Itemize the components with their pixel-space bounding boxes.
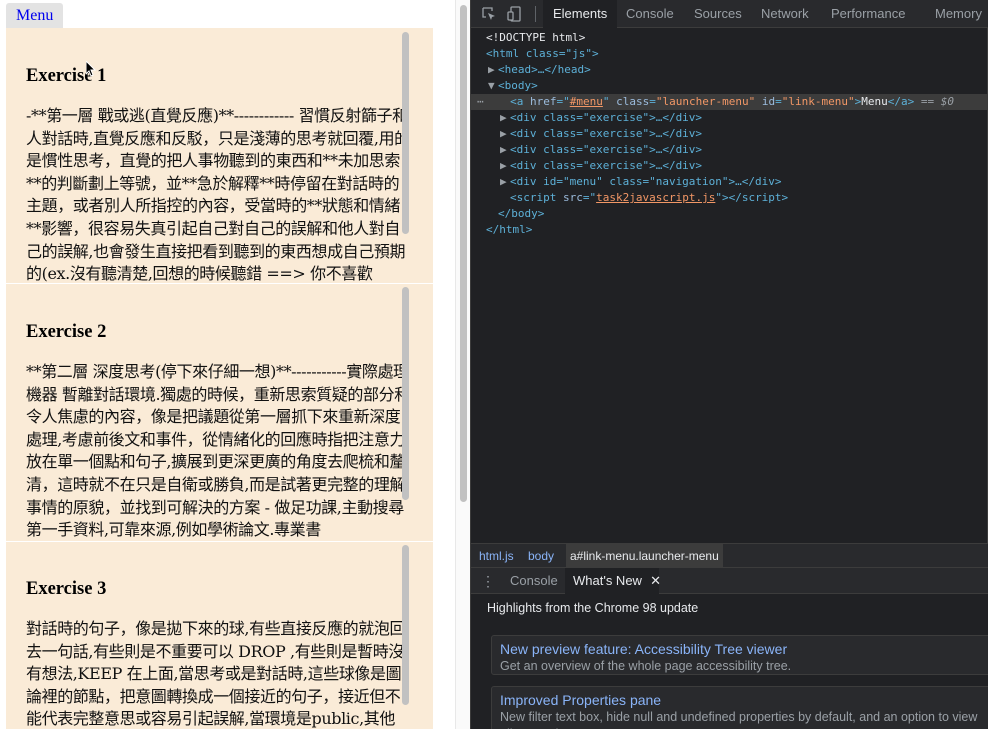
dom-node-html[interactable]: <html class="js"> <box>471 46 988 62</box>
doctype-text: <!DOCTYPE html> <box>486 31 586 44</box>
href-value-link[interactable]: #menu <box>570 95 603 108</box>
tag-open: <a <box>510 95 524 108</box>
whats-new-panel: Highlights from the Chrome 98 update New… <box>471 595 988 729</box>
exercise-div-tag: <div class="exercise">…</div> <box>510 159 703 172</box>
dom-node-doctype[interactable]: <!DOCTYPE html> <box>471 30 988 46</box>
drawer-tab-whats-new[interactable]: What's New ✕ <box>565 568 661 594</box>
dom-node-exercise[interactable]: ▶ <div class="exercise">…</div> <box>471 142 988 158</box>
tab-network[interactable]: Network <box>751 0 819 28</box>
dom-node-selected-link[interactable]: ⋯ <a href="#menu" class="launcher-menu" … <box>471 94 988 110</box>
attr-href: href <box>530 95 557 108</box>
toolbar-divider <box>535 6 536 22</box>
more-actions-icon[interactable]: ⋯ <box>477 95 484 108</box>
head-tag: <head>…</head> <box>498 63 591 76</box>
html-open-tag: <html class="js"> <box>486 47 599 60</box>
feature-card[interactable]: New preview feature: Accessibility Tree … <box>491 635 988 675</box>
mouse-cursor-icon <box>86 61 96 77</box>
exercise-section: Exercise 2 **第二層 深度思考(停下來仔細一想)**--------… <box>6 284 433 541</box>
expand-triangle-icon[interactable]: ▶ <box>488 62 498 78</box>
drawer-tabbar: ⋮ Console What's New ✕ <box>471 567 988 594</box>
dom-tree: <!DOCTYPE html> <html class="js"> ▶ <head… <box>471 29 988 542</box>
page-scrollbar[interactable] <box>455 0 470 729</box>
html-close-tag: </html> <box>486 223 533 236</box>
page-scroll-thumb[interactable] <box>460 5 467 502</box>
tab-performance[interactable]: Performance <box>821 0 915 28</box>
feature-card[interactable]: Improved Properties pane New filter text… <box>491 686 988 729</box>
body-close-tag: </body> <box>498 207 545 220</box>
dom-node-html-close[interactable]: </html> <box>471 222 988 238</box>
exercise-div-tag: <div class="exercise">…</div> <box>510 111 703 124</box>
close-icon[interactable]: ✕ <box>650 568 661 594</box>
breadcrumb: html.js body a#link-menu.launcher-menu <box>471 543 988 568</box>
tab-sources[interactable]: Sources <box>684 0 752 28</box>
feature-card-title[interactable]: New preview feature: Accessibility Tree … <box>500 640 982 658</box>
expand-triangle-icon[interactable]: ▶ <box>500 158 510 174</box>
expand-triangle-icon[interactable]: ▶ <box>500 174 510 190</box>
exercise-div-tag: <div class="exercise">…</div> <box>510 127 703 140</box>
device-toolbar-icon[interactable] <box>507 6 523 22</box>
inspect-element-icon[interactable] <box>481 6 497 22</box>
console-ref: == $0 <box>920 95 954 108</box>
feature-card-title[interactable]: Improved Properties pane <box>500 691 982 709</box>
dom-node-head[interactable]: ▶ <head>…</head> <box>471 62 988 78</box>
drawer-tab-label: What's New <box>573 573 642 588</box>
drawer-tab-console[interactable]: Console <box>502 568 566 594</box>
feature-card-desc: New filter text box, hide null and undef… <box>500 710 978 729</box>
dom-node-exercise[interactable]: ▶ <div class="exercise">…</div> <box>471 110 988 126</box>
dom-node-exercise[interactable]: ▶ <div class="exercise">…</div> <box>471 126 988 142</box>
attr-id: id <box>761 95 776 108</box>
expand-triangle-icon[interactable]: ▶ <box>500 110 510 126</box>
link-text: Menu <box>861 95 888 108</box>
drawer-menu-icon[interactable]: ⋮ <box>481 568 495 594</box>
nav-div-tag: <div id="menu" class="navigation">…</div… <box>510 175 782 188</box>
breadcrumb-link-menu[interactable]: a#link-menu.launcher-menu <box>566 544 723 568</box>
dom-node-navigation[interactable]: ▶ <div id="menu" class="navigation">…</di… <box>471 174 988 190</box>
tab-memory[interactable]: Memory <box>925 0 988 28</box>
class-value: "launcher-menu" <box>655 95 756 108</box>
exercise-text: -**第一層 戰或逃(直覺反應)**------------ 習慣反射篩子和人對… <box>26 106 410 283</box>
expand-triangle-icon[interactable]: ▶ <box>500 142 510 158</box>
exercise-title: Exercise 2 <box>26 322 107 342</box>
dom-node-body[interactable]: ▼ <body> <box>471 78 988 94</box>
expand-triangle-icon[interactable]: ▶ <box>500 126 510 142</box>
exercise-section: Exercise 1 -**第一層 戰或逃(直覺反應)**-----------… <box>6 28 433 283</box>
breadcrumb-body[interactable]: body <box>528 544 554 568</box>
feature-card-desc: Get an overview of the whole page access… <box>500 659 792 673</box>
breadcrumb-html[interactable]: html.js <box>479 544 514 568</box>
dom-node-exercise[interactable]: ▶ <div class="exercise">…</div> <box>471 158 988 174</box>
tab-console[interactable]: Console <box>616 0 684 28</box>
exercise-section: Exercise 3 對話時的句子，像是拋下來的球,有些直接反應的就泡回去一句話… <box>6 542 433 729</box>
exercise-title: Exercise 1 <box>26 66 107 86</box>
script-src-link[interactable]: task2javascript.js <box>596 191 715 204</box>
exercise-div-tag: <div class="exercise">…</div> <box>510 143 703 156</box>
menu-link[interactable]: Menu <box>6 3 63 28</box>
tab-elements[interactable]: Elements <box>543 0 618 28</box>
body-open-tag: <body> <box>498 79 538 92</box>
page-viewport: Menu Exercise 1 -**第一層 戰或逃(直覺反應)**------… <box>0 0 460 729</box>
dom-node-body-close[interactable]: </body> <box>471 206 988 222</box>
exercise-scrollbar[interactable] <box>402 287 409 500</box>
exercise-text: **第二層 深度思考(停下來仔細一想)**-----------實際處理機器 暫… <box>26 362 410 540</box>
highlights-heading: Highlights from the Chrome 98 update <box>487 601 699 615</box>
exercise-scrollbar[interactable] <box>402 32 409 234</box>
dom-node-script[interactable]: <script src="task2javascript.js"></scrip… <box>471 190 988 206</box>
id-value: "link-menu" <box>781 95 855 108</box>
exercise-text: 對話時的句子，像是拋下來的球,有些直接反應的就泡回去一句話,有些則是不重要可以 … <box>26 619 406 729</box>
exercise-scrollbar[interactable] <box>402 545 409 705</box>
attr-class: class <box>616 95 650 108</box>
devtools-tabbar: Elements Console Sources Network Perform… <box>471 0 988 28</box>
exercise-title: Exercise 3 <box>26 579 107 599</box>
devtools-panel: Elements Console Sources Network Perform… <box>470 0 988 729</box>
tag-close: </a> <box>887 95 915 108</box>
collapse-triangle-icon[interactable]: ▼ <box>488 78 498 94</box>
